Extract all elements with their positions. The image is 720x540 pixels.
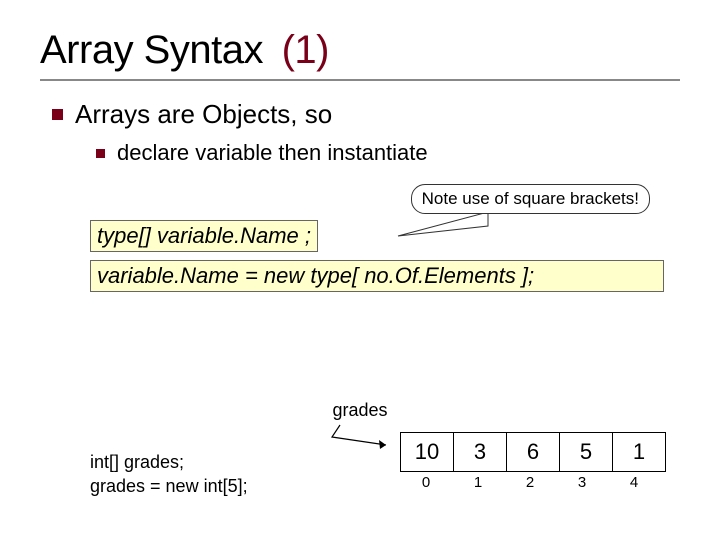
array-values: 10 3 6 5 1 (400, 432, 666, 472)
code-box-declare: type[] variable.Name ; (90, 220, 318, 252)
bullet-square-icon (96, 149, 105, 158)
code-box-instantiate: variable.Name = new type[ no.Of.Elements… (90, 260, 664, 292)
array-index: 4 (608, 474, 660, 491)
code-line-1: int[] grades; (90, 450, 248, 474)
bullet-2-text: declare variable then instantiate (117, 140, 428, 166)
array-indices: 0 1 2 3 4 (400, 474, 660, 491)
bullet-1: Arrays are Objects, so (52, 99, 680, 130)
bullet-2: declare variable then instantiate (96, 140, 680, 166)
variable-label-grades: grades (300, 400, 420, 421)
title-underline (40, 79, 680, 81)
title-main: Array Syntax (40, 28, 263, 72)
grades-arrow-icon (330, 423, 390, 453)
slide-title: Array Syntax (1) (40, 28, 680, 73)
slide: Array Syntax (1) Arrays are Objects, so … (0, 0, 720, 540)
array-cell: 6 (507, 433, 560, 472)
array-index: 2 (504, 474, 556, 491)
array-cell: 5 (560, 433, 613, 472)
array-index: 0 (400, 474, 452, 491)
callout-region: Note use of square brackets! type[] vari… (40, 190, 680, 246)
array-cell: 3 (454, 433, 507, 472)
array-index: 3 (556, 474, 608, 491)
bullet-1-text: Arrays are Objects, so (75, 99, 332, 130)
array-cell: 1 (613, 433, 666, 472)
code-sample: int[] grades; grades = new int[5]; (90, 450, 248, 499)
array-cell: 10 (401, 433, 454, 472)
callout-note: Note use of square brackets! (411, 184, 650, 214)
code-line-2: grades = new int[5]; (90, 474, 248, 498)
bullet-square-icon (52, 109, 63, 120)
title-paren: (1) (282, 28, 329, 72)
array-index: 1 (452, 474, 504, 491)
